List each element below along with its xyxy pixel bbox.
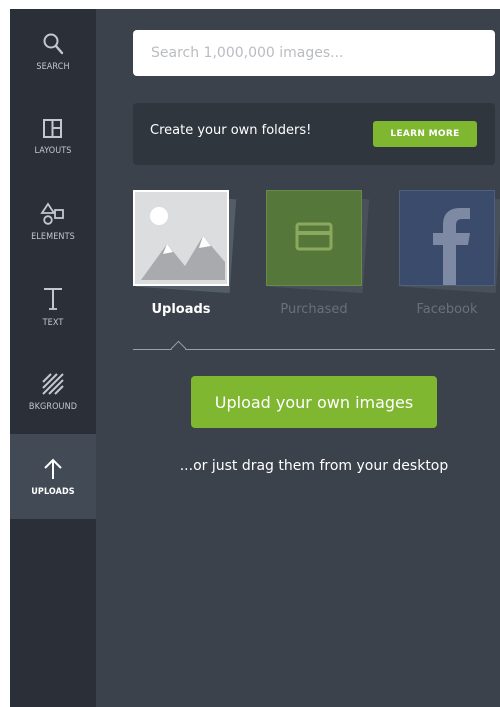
sidebar-item-label: UPLOADS	[31, 486, 75, 497]
sidebar-item-layouts[interactable]: LAYOUTS	[10, 94, 96, 179]
facebook-icon	[399, 190, 495, 286]
image-placeholder-icon	[133, 190, 229, 286]
folders-banner: Create your own folders! LEARN MORE	[133, 103, 495, 165]
upload-arrow-icon	[42, 457, 64, 481]
learn-more-button[interactable]: LEARN MORE	[373, 121, 477, 147]
selected-tab-indicator	[170, 340, 187, 357]
sidebar-item-label: ELEMENTS	[31, 231, 75, 242]
sidebar-item-background[interactable]: BKGROUND	[10, 349, 96, 434]
folder-label-facebook: Facebook	[416, 302, 478, 317]
search-icon	[42, 32, 64, 56]
credit-card-icon	[266, 190, 362, 286]
sidebar-item-label: TEXT	[42, 317, 64, 328]
text-icon	[42, 286, 64, 312]
layouts-icon	[42, 118, 64, 140]
banner-text: Create your own folders!	[150, 123, 312, 138]
sidebar-item-search[interactable]: SEARCH	[10, 9, 96, 94]
background-icon	[41, 372, 65, 396]
folder-label-purchased: Purchased	[280, 302, 348, 317]
sidebar: SEARCH LAYOUTS ELEMENTS TEXT BKGROUND UP…	[10, 9, 96, 707]
upload-images-button[interactable]: Upload your own images	[191, 376, 437, 428]
folder-tile-purchased[interactable]	[266, 190, 370, 294]
sidebar-item-label: SEARCH	[36, 61, 70, 72]
sidebar-item-uploads[interactable]: UPLOADS	[10, 434, 96, 519]
elements-icon	[40, 201, 66, 226]
drag-instructions: ...or just drag them from your desktop	[179, 458, 449, 474]
sidebar-item-text[interactable]: TEXT	[10, 264, 96, 349]
folder-label-uploads: Uploads	[151, 302, 211, 317]
sidebar-item-elements[interactable]: ELEMENTS	[10, 179, 96, 264]
tab-divider	[133, 349, 495, 350]
folder-tile-uploads[interactable]	[133, 190, 237, 294]
app-window: SEARCH LAYOUTS ELEMENTS TEXT BKGROUND UP…	[10, 9, 500, 707]
folder-tile-facebook[interactable]	[399, 190, 500, 294]
sidebar-item-label: LAYOUTS	[34, 145, 72, 156]
sidebar-item-label: BKGROUND	[28, 401, 78, 412]
search-input[interactable]	[133, 30, 495, 76]
